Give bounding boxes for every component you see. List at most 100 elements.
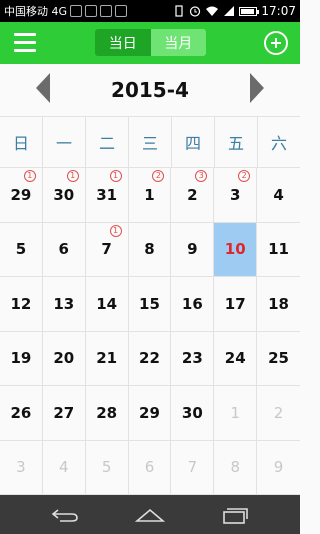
signal-icon [224,6,235,16]
day-number: 20 [53,349,75,368]
calendar-day[interactable]: 15 [128,277,172,332]
calendar-day[interactable]: 16 [171,277,215,332]
day-number: 11 [268,240,289,259]
calendar-day[interactable]: 24 [214,331,258,386]
calendar-day[interactable]: 2 [257,386,300,441]
calendar-day[interactable]: 22 [128,331,172,386]
day-number: 17 [224,294,246,313]
day-number: 7 [101,240,112,259]
event-count-badge: 2 [238,170,251,182]
weekday-fri: 五 [215,117,258,167]
day-number: 29 [10,185,32,204]
calendar-day[interactable]: 28 [85,386,129,441]
calendar-day[interactable]: 5 [85,440,129,495]
add-icon[interactable] [264,31,288,55]
weekday-thu: 四 [172,117,215,167]
app-bar: 当日 当月 [0,22,300,64]
weekday-tue: 二 [86,117,129,167]
calendar-day[interactable]: 11 [257,223,300,277]
calendar-day[interactable]: 9 [257,441,300,495]
calendar-day[interactable]: 30 [171,386,215,441]
day-number: 27 [53,403,75,422]
calendar-day[interactable]: 1 [214,386,258,441]
calendar-day[interactable]: 26 [0,386,43,441]
calendar-grid: 29 1 30 1 31 1 1 2 2 3 3 2 4 5 6 7 1 8 9 10 11 12 13 14 15 16 17 18… [0,167,300,495]
day-number: 1 [230,403,240,422]
day-number: 18 [268,294,289,313]
calendar-day[interactable]: 8 [128,222,172,277]
day-number: 2 [187,185,198,204]
calendar-day[interactable]: 19 [0,331,43,386]
calendar-day[interactable]: 12 [0,277,43,332]
calendar-day[interactable]: 6 [42,222,86,277]
event-count-badge: 1 [66,170,79,182]
day-number: 19 [10,349,32,368]
calendar-day[interactable]: 9 [171,222,215,277]
calendar-day[interactable]: 25 [257,332,300,386]
day-number: 9 [187,240,198,259]
month-header: 2015-4 [0,64,300,116]
calendar-day[interactable]: 3 [0,440,43,495]
home-icon[interactable] [135,507,165,523]
calendar-day[interactable]: 29 [128,386,172,441]
weekday-sun: 日 [0,117,43,167]
calendar-day[interactable]: 8 [214,440,258,495]
calendar-day-today[interactable]: 10 [214,222,258,277]
clock: 17:07 [261,4,296,18]
day-number: 24 [224,349,246,368]
day-number: 9 [273,458,284,477]
event-count-badge: 3 [195,170,208,182]
day-number: 31 [96,185,118,204]
event-count-badge: 1 [109,170,122,182]
weekday-wed: 三 [129,117,172,167]
day-number: 29 [139,403,160,422]
calendar-day[interactable]: 7 [171,440,215,495]
day-number: 14 [96,294,118,313]
day-number: 2 [273,403,284,422]
carrier-label: 中国移动 4G [4,5,68,18]
day-number: 5 [101,458,112,477]
calendar-day[interactable]: 71 [85,222,129,277]
weekday-sat: 六 [270,134,287,153]
calendar-day[interactable]: 23 [171,331,215,386]
calendar-day[interactable]: 13 [42,277,86,332]
calendar-day[interactable]: 14 [85,277,129,332]
day-number: 26 [10,403,32,422]
calendar-day[interactable]: 4 [257,168,300,223]
calendar-day[interactable]: 23 [171,168,215,223]
calendar-day[interactable]: 6 [128,440,172,495]
calendar-day[interactable]: 12 [128,168,172,223]
system-nav-bar [0,495,300,534]
app-notification-icon [115,5,128,17]
event-count-badge: 2 [152,170,165,182]
day-number: 8 [230,458,240,477]
calendar-day[interactable]: 20 [42,331,86,386]
calendar-day[interactable]: 31 1 [85,168,129,223]
calendar-day[interactable]: 5 [0,222,43,277]
day-number: 4 [273,185,284,204]
view-switcher: 当日 当月 [95,29,206,56]
calendar-day[interactable]: 30 1 [42,168,86,223]
day-number: 21 [96,349,118,368]
calendar-day[interactable]: 17 [214,277,258,332]
recent-apps-icon[interactable] [220,506,248,524]
calendar-day[interactable]: 32 [214,168,258,223]
tab-day[interactable]: 当日 [95,29,151,56]
day-number: 23 [181,349,203,368]
next-month-arrow-icon[interactable] [250,73,264,103]
calendar-day[interactable]: 21 [85,331,129,386]
day-number: 16 [181,294,203,313]
day-number: 28 [96,403,118,422]
back-icon[interactable] [50,507,80,523]
calendar-day[interactable]: 29 1 [0,168,43,223]
day-number: 4 [59,458,69,477]
menu-icon[interactable] [14,33,36,53]
calendar-day[interactable]: 27 [42,386,86,441]
day-number: 22 [139,349,160,368]
day-number: 30 [181,403,203,422]
tab-month[interactable]: 当月 [150,29,206,56]
weekday-mon: 一 [43,117,86,167]
calendar-day[interactable]: 18 [257,277,300,332]
day-number: 6 [58,240,69,259]
calendar-day[interactable]: 4 [42,440,86,495]
